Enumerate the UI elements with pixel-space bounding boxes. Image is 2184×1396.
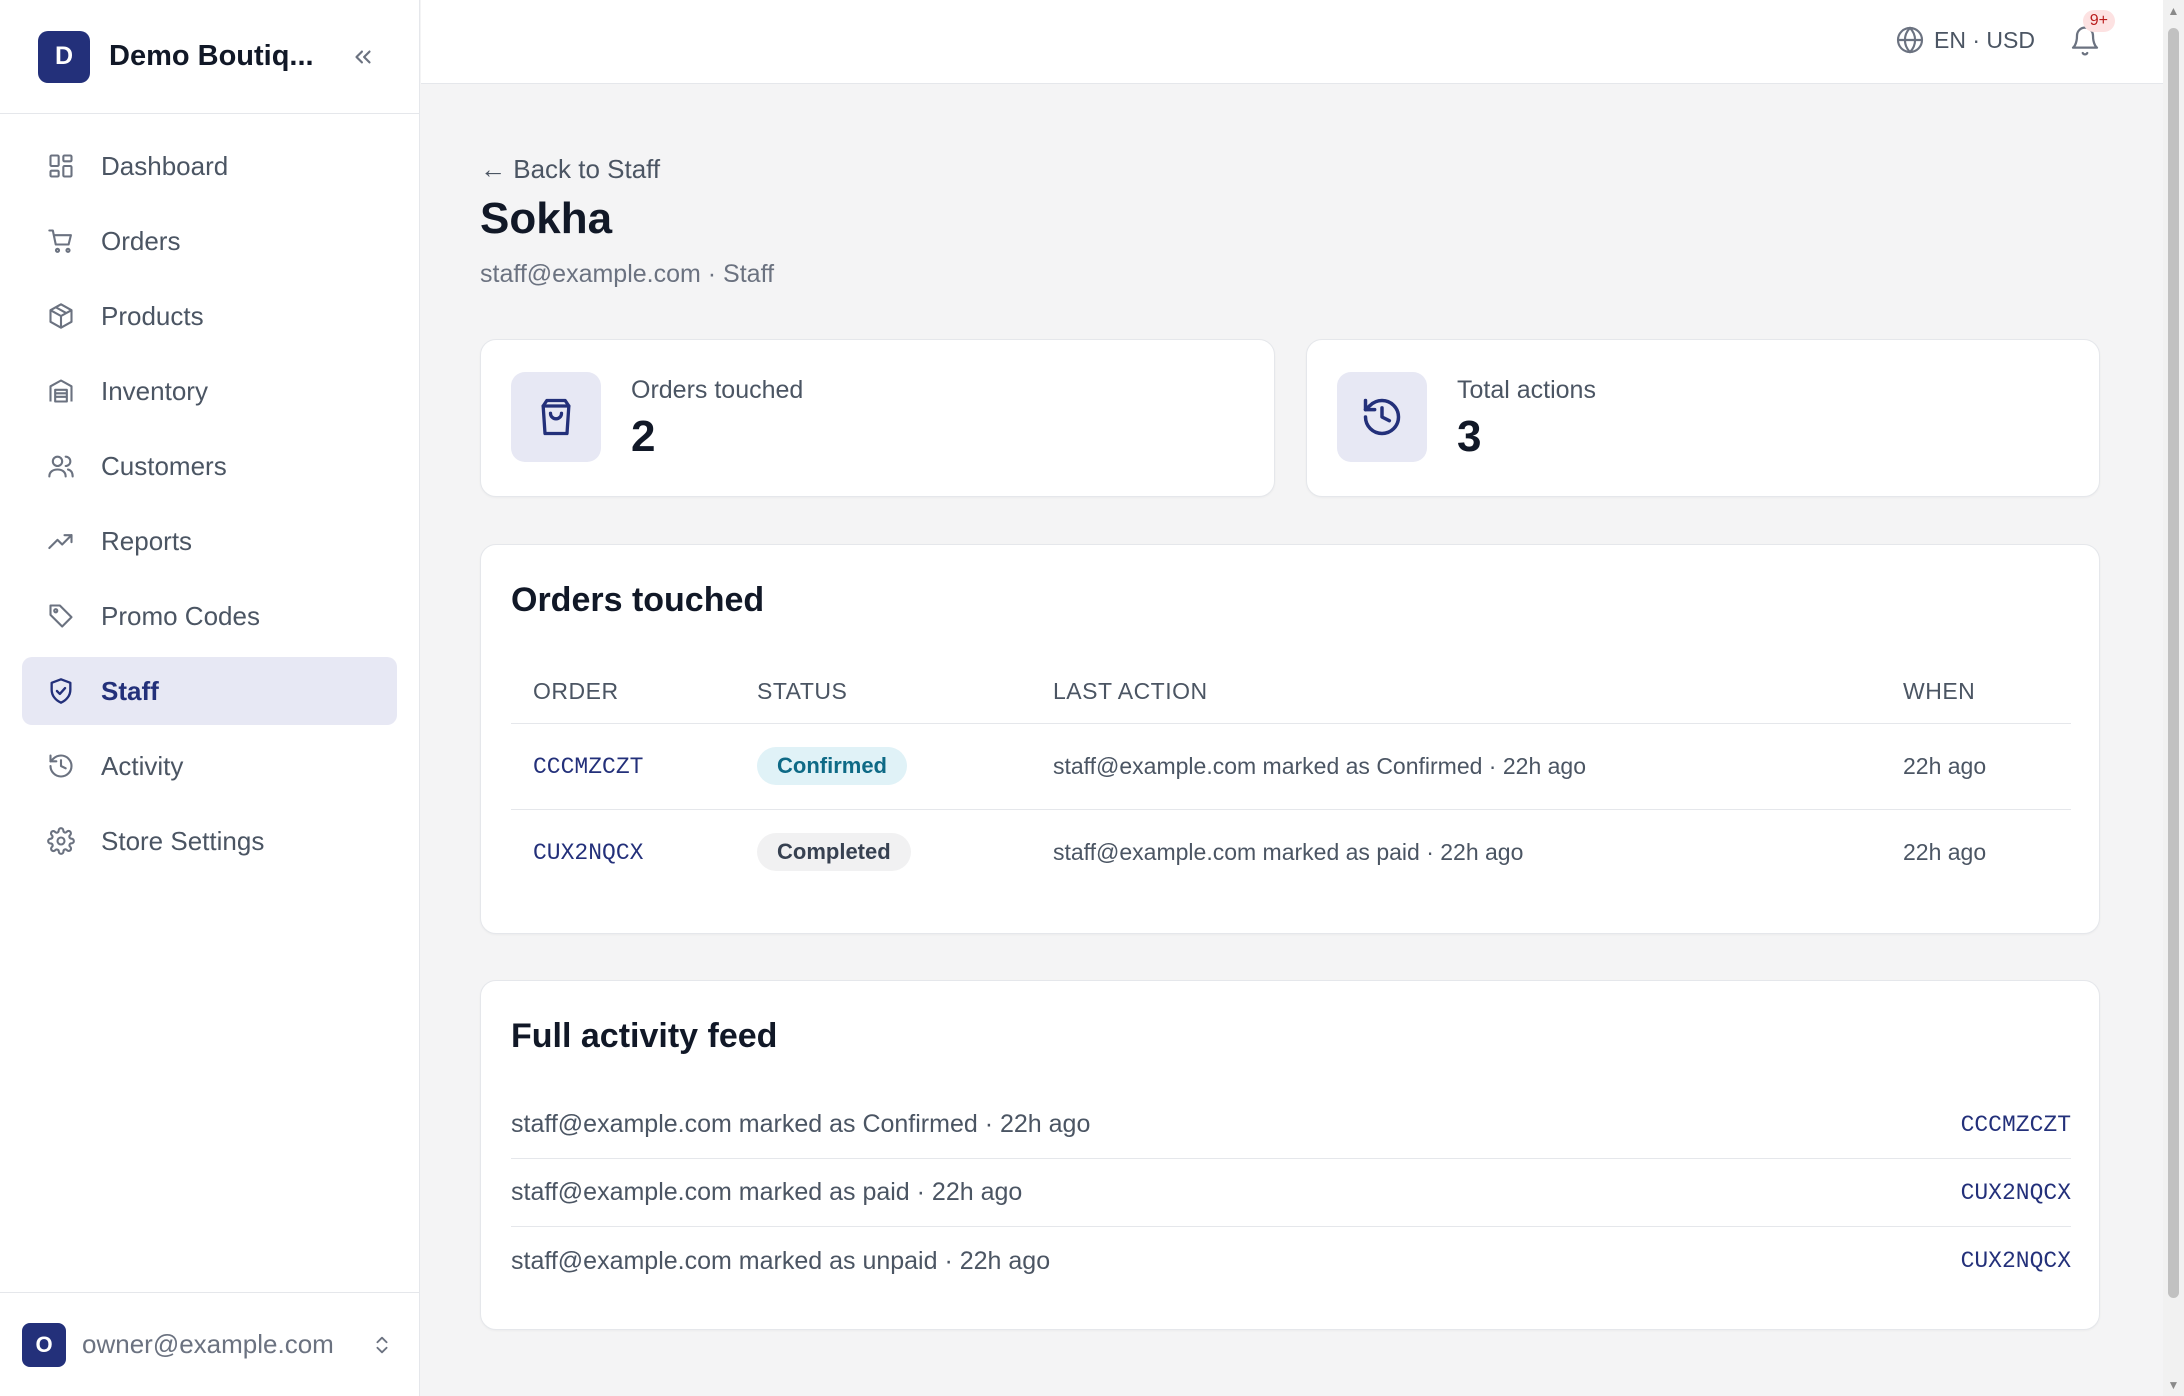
box-icon (46, 301, 76, 331)
activity-text: staff@example.com marked as unpaid · 22h… (511, 1246, 1051, 1275)
order-link[interactable]: CUX2NQCX (533, 840, 643, 866)
globe-icon (1896, 26, 1924, 54)
list-item: staff@example.com marked as Confirmed · … (511, 1091, 2071, 1159)
sidebar-item-activity[interactable]: Activity (22, 732, 397, 800)
sidebar-item-label: Store Settings (101, 825, 265, 856)
sidebar-item-label: Products (101, 300, 204, 331)
sidebar-item-customers[interactable]: Customers (22, 432, 397, 500)
sidebar-item-products[interactable]: Products (22, 282, 397, 350)
shield-icon (46, 676, 76, 706)
last-action-text: staff@example.com marked as Confirmed · … (1053, 723, 1903, 810)
column-header-last-action: LAST ACTION (1053, 661, 1903, 724)
activity-text: staff@example.com marked as paid · 22h a… (511, 1178, 1023, 1206)
table-row[interactable]: CUX2NQCX Completed staff@example.com mar… (511, 809, 2071, 895)
cart-icon (46, 226, 76, 256)
user-email: owner@example.com (82, 1329, 334, 1359)
stat-card-orders-touched: Orders touched 2 (480, 339, 1275, 497)
stat-card-total-actions: Total actions 3 (1306, 339, 2100, 497)
column-header-when: WHEN (1903, 661, 2071, 724)
warehouse-icon (46, 376, 76, 406)
sidebar-item-store-settings[interactable]: Store Settings (22, 807, 397, 875)
when-text: 22h ago (1903, 723, 2071, 810)
order-link[interactable]: CCCMZCZT (1961, 1112, 2071, 1138)
sidebar-item-label: Staff (101, 675, 159, 706)
stat-value: 2 (631, 412, 656, 461)
activity-feed-list: staff@example.com marked as Confirmed · … (511, 1091, 2071, 1295)
sidebar-item-dashboard[interactable]: Dashboard (22, 132, 397, 200)
activity-text: staff@example.com marked as Confirmed · … (511, 1110, 1091, 1138)
list-item: staff@example.com marked as paid · 22h a… (511, 1159, 2071, 1227)
sidebar: D Demo Boutiq... Dashboard Orders Produc… (0, 0, 420, 1396)
order-link[interactable]: CUX2NQCX (1961, 1248, 2071, 1274)
orders-touched-card: Orders touched ORDER STATUS LAST ACTION … (480, 544, 2100, 934)
sidebar-item-label: Promo Codes (101, 600, 260, 631)
status-badge: Completed (757, 833, 911, 872)
stat-value: 3 (1457, 412, 1482, 461)
history-icon (46, 751, 76, 781)
top-bar: EN · USD 9+ (421, 0, 2163, 84)
bag-icon (511, 372, 601, 462)
list-item: staff@example.com marked as unpaid · 22h… (511, 1227, 2071, 1295)
sidebar-item-label: Inventory (101, 375, 208, 406)
sidebar-item-reports[interactable]: Reports (22, 507, 397, 575)
activity-feed-card: Full activity feed staff@example.com mar… (480, 980, 2100, 1330)
scroll-down-icon[interactable]: ▼ (2167, 1379, 2180, 1391)
table-row[interactable]: CCCMZCZT Confirmed staff@example.com mar… (511, 723, 2071, 810)
table-header-row: ORDER STATUS LAST ACTION WHEN (511, 661, 2071, 724)
scroll-up-icon[interactable]: ▲ (2167, 5, 2180, 17)
when-text: 22h ago (1903, 838, 1987, 865)
page-title: Sokha (480, 194, 613, 243)
sidebar-nav: Dashboard Orders Products Inventory Cust… (0, 0, 419, 882)
locale-switcher[interactable]: EN · USD (1894, 24, 2035, 56)
history-icon (1337, 372, 1427, 462)
orders-table: ORDER STATUS LAST ACTION WHEN CCCMZCZT C… (511, 661, 2071, 895)
chevron-up-down-icon[interactable] (367, 1330, 397, 1360)
sidebar-item-label: Reports (101, 525, 193, 556)
sidebar-item-staff[interactable]: Staff (22, 657, 397, 725)
section-title: Orders touched (511, 581, 765, 619)
users-icon (46, 451, 76, 481)
sidebar-item-label: Activity (101, 750, 184, 781)
sidebar-item-label: Orders (101, 225, 181, 256)
section-title: Full activity feed (511, 1017, 778, 1055)
scroll-thumb[interactable] (2168, 28, 2179, 1298)
page-scrollbar[interactable]: ▲ ▼ (2163, 0, 2184, 1396)
avatar: O (22, 1322, 66, 1367)
column-header-order: ORDER (511, 661, 757, 724)
dashboard-icon (46, 151, 76, 181)
last-action-text: staff@example.com marked as paid · 22h a… (1053, 838, 1524, 865)
back-to-staff-link[interactable]: ← Back to Staff (480, 154, 660, 185)
sidebar-item-orders[interactable]: Orders (22, 207, 397, 275)
locale-label: EN · USD (1934, 26, 2035, 53)
sidebar-item-inventory[interactable]: Inventory (22, 357, 397, 425)
sidebar-item-promo-codes[interactable]: Promo Codes (22, 582, 397, 650)
stat-label: Orders touched (631, 376, 804, 404)
sidebar-item-label: Dashboard (101, 150, 229, 181)
notification-badge: 9+ (2082, 10, 2115, 32)
trend-icon (46, 526, 76, 556)
stat-label: Total actions (1457, 376, 1596, 404)
staff-subtitle: staff@example.com · Staff (480, 260, 775, 288)
user-menu[interactable]: O owner@example.com (0, 1292, 419, 1396)
gear-icon (46, 826, 76, 856)
order-link[interactable]: CCCMZCZT (533, 754, 643, 780)
status-badge: Confirmed (757, 747, 907, 785)
order-link[interactable]: CUX2NQCX (1961, 1180, 2071, 1206)
tag-icon (46, 601, 76, 631)
column-header-status: STATUS (757, 661, 1053, 724)
sidebar-item-label: Customers (101, 450, 227, 481)
